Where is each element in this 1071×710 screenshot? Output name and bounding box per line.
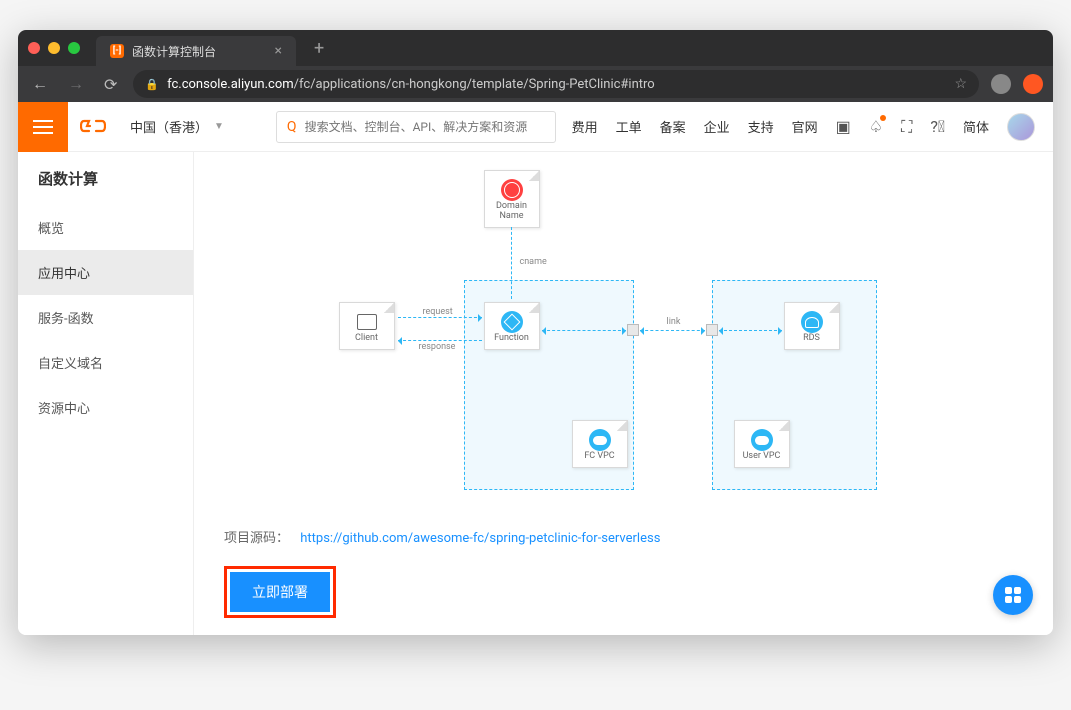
help-icon[interactable]: ?⃝ — [930, 117, 945, 136]
sidebar-item-domains[interactable]: 自定义域名 — [18, 340, 193, 385]
sidebar-title: 函数计算 — [18, 152, 193, 205]
tab-title: 函数计算控制台 — [132, 43, 216, 60]
label-link: link — [664, 317, 684, 327]
url-text: fc.console.aliyun.com/fc/applications/cn… — [167, 77, 655, 92]
window-minimize[interactable] — [48, 42, 60, 54]
node-function: Function — [484, 302, 540, 350]
app-header: 中国（香港） ▼ Q 费用 工单 备案 企业 支持 官网 ▣ ♤ ⛶ ?⃝ 简体 — [18, 102, 1053, 152]
source-link[interactable]: https://github.com/awesome-fc/spring-pet… — [300, 531, 660, 546]
node-domain: Domain Name — [484, 170, 540, 228]
nav-official[interactable]: 官网 — [792, 117, 818, 136]
function-icon — [501, 311, 523, 333]
nav-fee[interactable]: 费用 — [572, 117, 598, 136]
hamburger-icon — [33, 126, 53, 128]
label-response: response — [416, 342, 459, 352]
main-content: Domain Name Client Function RDS FC VPC U… — [194, 152, 1053, 635]
deploy-highlight: 立即部署 — [224, 566, 336, 618]
sidebar-item-resources[interactable]: 资源中心 — [18, 385, 193, 430]
nav-forward-icon[interactable]: → — [64, 70, 88, 98]
search-input[interactable] — [305, 120, 545, 134]
connector-line — [640, 330, 705, 331]
connector-line — [511, 227, 512, 299]
deploy-button[interactable]: 立即部署 — [230, 572, 330, 612]
connector-line — [398, 340, 482, 341]
nav-ticket[interactable]: 工单 — [616, 117, 642, 136]
region-label: 中国（香港） — [130, 117, 208, 136]
node-client: Client — [339, 302, 395, 350]
cart-icon[interactable]: ⛶ — [901, 117, 912, 137]
monitor-icon — [356, 311, 378, 333]
lang-switch[interactable]: 简体 — [963, 117, 989, 136]
sidebar-item-overview[interactable]: 概览 — [18, 205, 193, 250]
nav-enterprise[interactable]: 企业 — [704, 117, 730, 136]
search-icon: Q — [287, 119, 297, 135]
window-maximize[interactable] — [68, 42, 80, 54]
browser-tab-bar: [-] 函数计算控制台 × + — [18, 30, 1053, 66]
sidebar-item-appcenter[interactable]: 应用中心 — [18, 250, 193, 295]
window-controls — [28, 42, 88, 54]
apps-fab[interactable] — [993, 575, 1033, 615]
new-tab-button[interactable]: + — [304, 38, 334, 59]
label-request: request — [420, 307, 456, 317]
extension-icon[interactable] — [1023, 74, 1043, 94]
chevron-down-icon: ▼ — [214, 121, 224, 132]
connector-line — [719, 330, 782, 331]
user-avatar[interactable] — [1007, 113, 1035, 141]
global-search[interactable]: Q — [276, 111, 556, 143]
globe-icon — [501, 179, 523, 201]
notification-icon[interactable]: ♤ — [869, 117, 883, 136]
label-cname: cname — [517, 257, 550, 267]
menu-toggle-button[interactable] — [18, 102, 68, 152]
address-bar: ← → ⟳ 🔒 fc.console.aliyun.com/fc/applica… — [18, 66, 1053, 102]
browser-tab[interactable]: [-] 函数计算控制台 × — [96, 36, 296, 66]
node-fcvpc: FC VPC — [572, 420, 628, 468]
sidebar: 函数计算 概览 应用中心 服务-函数 自定义域名 资源中心 — [18, 152, 194, 635]
grid-icon — [1005, 587, 1021, 603]
connector-line — [542, 330, 626, 331]
tab-favicon: [-] — [110, 44, 124, 58]
window-close[interactable] — [28, 42, 40, 54]
nav-reload-icon[interactable]: ⟳ — [100, 71, 121, 98]
aliyun-logo[interactable] — [68, 118, 118, 136]
connector-line — [398, 317, 482, 318]
source-label: 项目源码： — [224, 531, 289, 546]
cloud-icon — [589, 429, 611, 451]
header-nav: 费用 工单 备案 企业 支持 官网 ▣ ♤ ⛶ ?⃝ 简体 — [572, 113, 1053, 141]
terminal-icon[interactable]: ▣ — [836, 117, 851, 136]
region-selector[interactable]: 中国（香港） ▼ — [118, 117, 236, 136]
database-icon — [801, 311, 823, 333]
url-input[interactable]: 🔒 fc.console.aliyun.com/fc/applications/… — [133, 70, 979, 98]
bookmark-icon[interactable]: ☆ — [954, 76, 967, 92]
profile-icon[interactable] — [991, 74, 1011, 94]
lock-icon: 🔒 — [145, 78, 159, 91]
architecture-diagram: Domain Name Client Function RDS FC VPC U… — [324, 162, 924, 512]
node-rds: RDS — [784, 302, 840, 350]
cloud-icon — [751, 429, 773, 451]
source-line: 项目源码： https://github.com/awesome-fc/spri… — [224, 527, 1023, 546]
nav-beian[interactable]: 备案 — [660, 117, 686, 136]
sidebar-item-services[interactable]: 服务-函数 — [18, 295, 193, 340]
tab-close-icon[interactable]: × — [275, 43, 282, 59]
node-uservpc: User VPC — [734, 420, 790, 468]
nav-back-icon[interactable]: ← — [28, 70, 52, 98]
nav-support[interactable]: 支持 — [748, 117, 774, 136]
